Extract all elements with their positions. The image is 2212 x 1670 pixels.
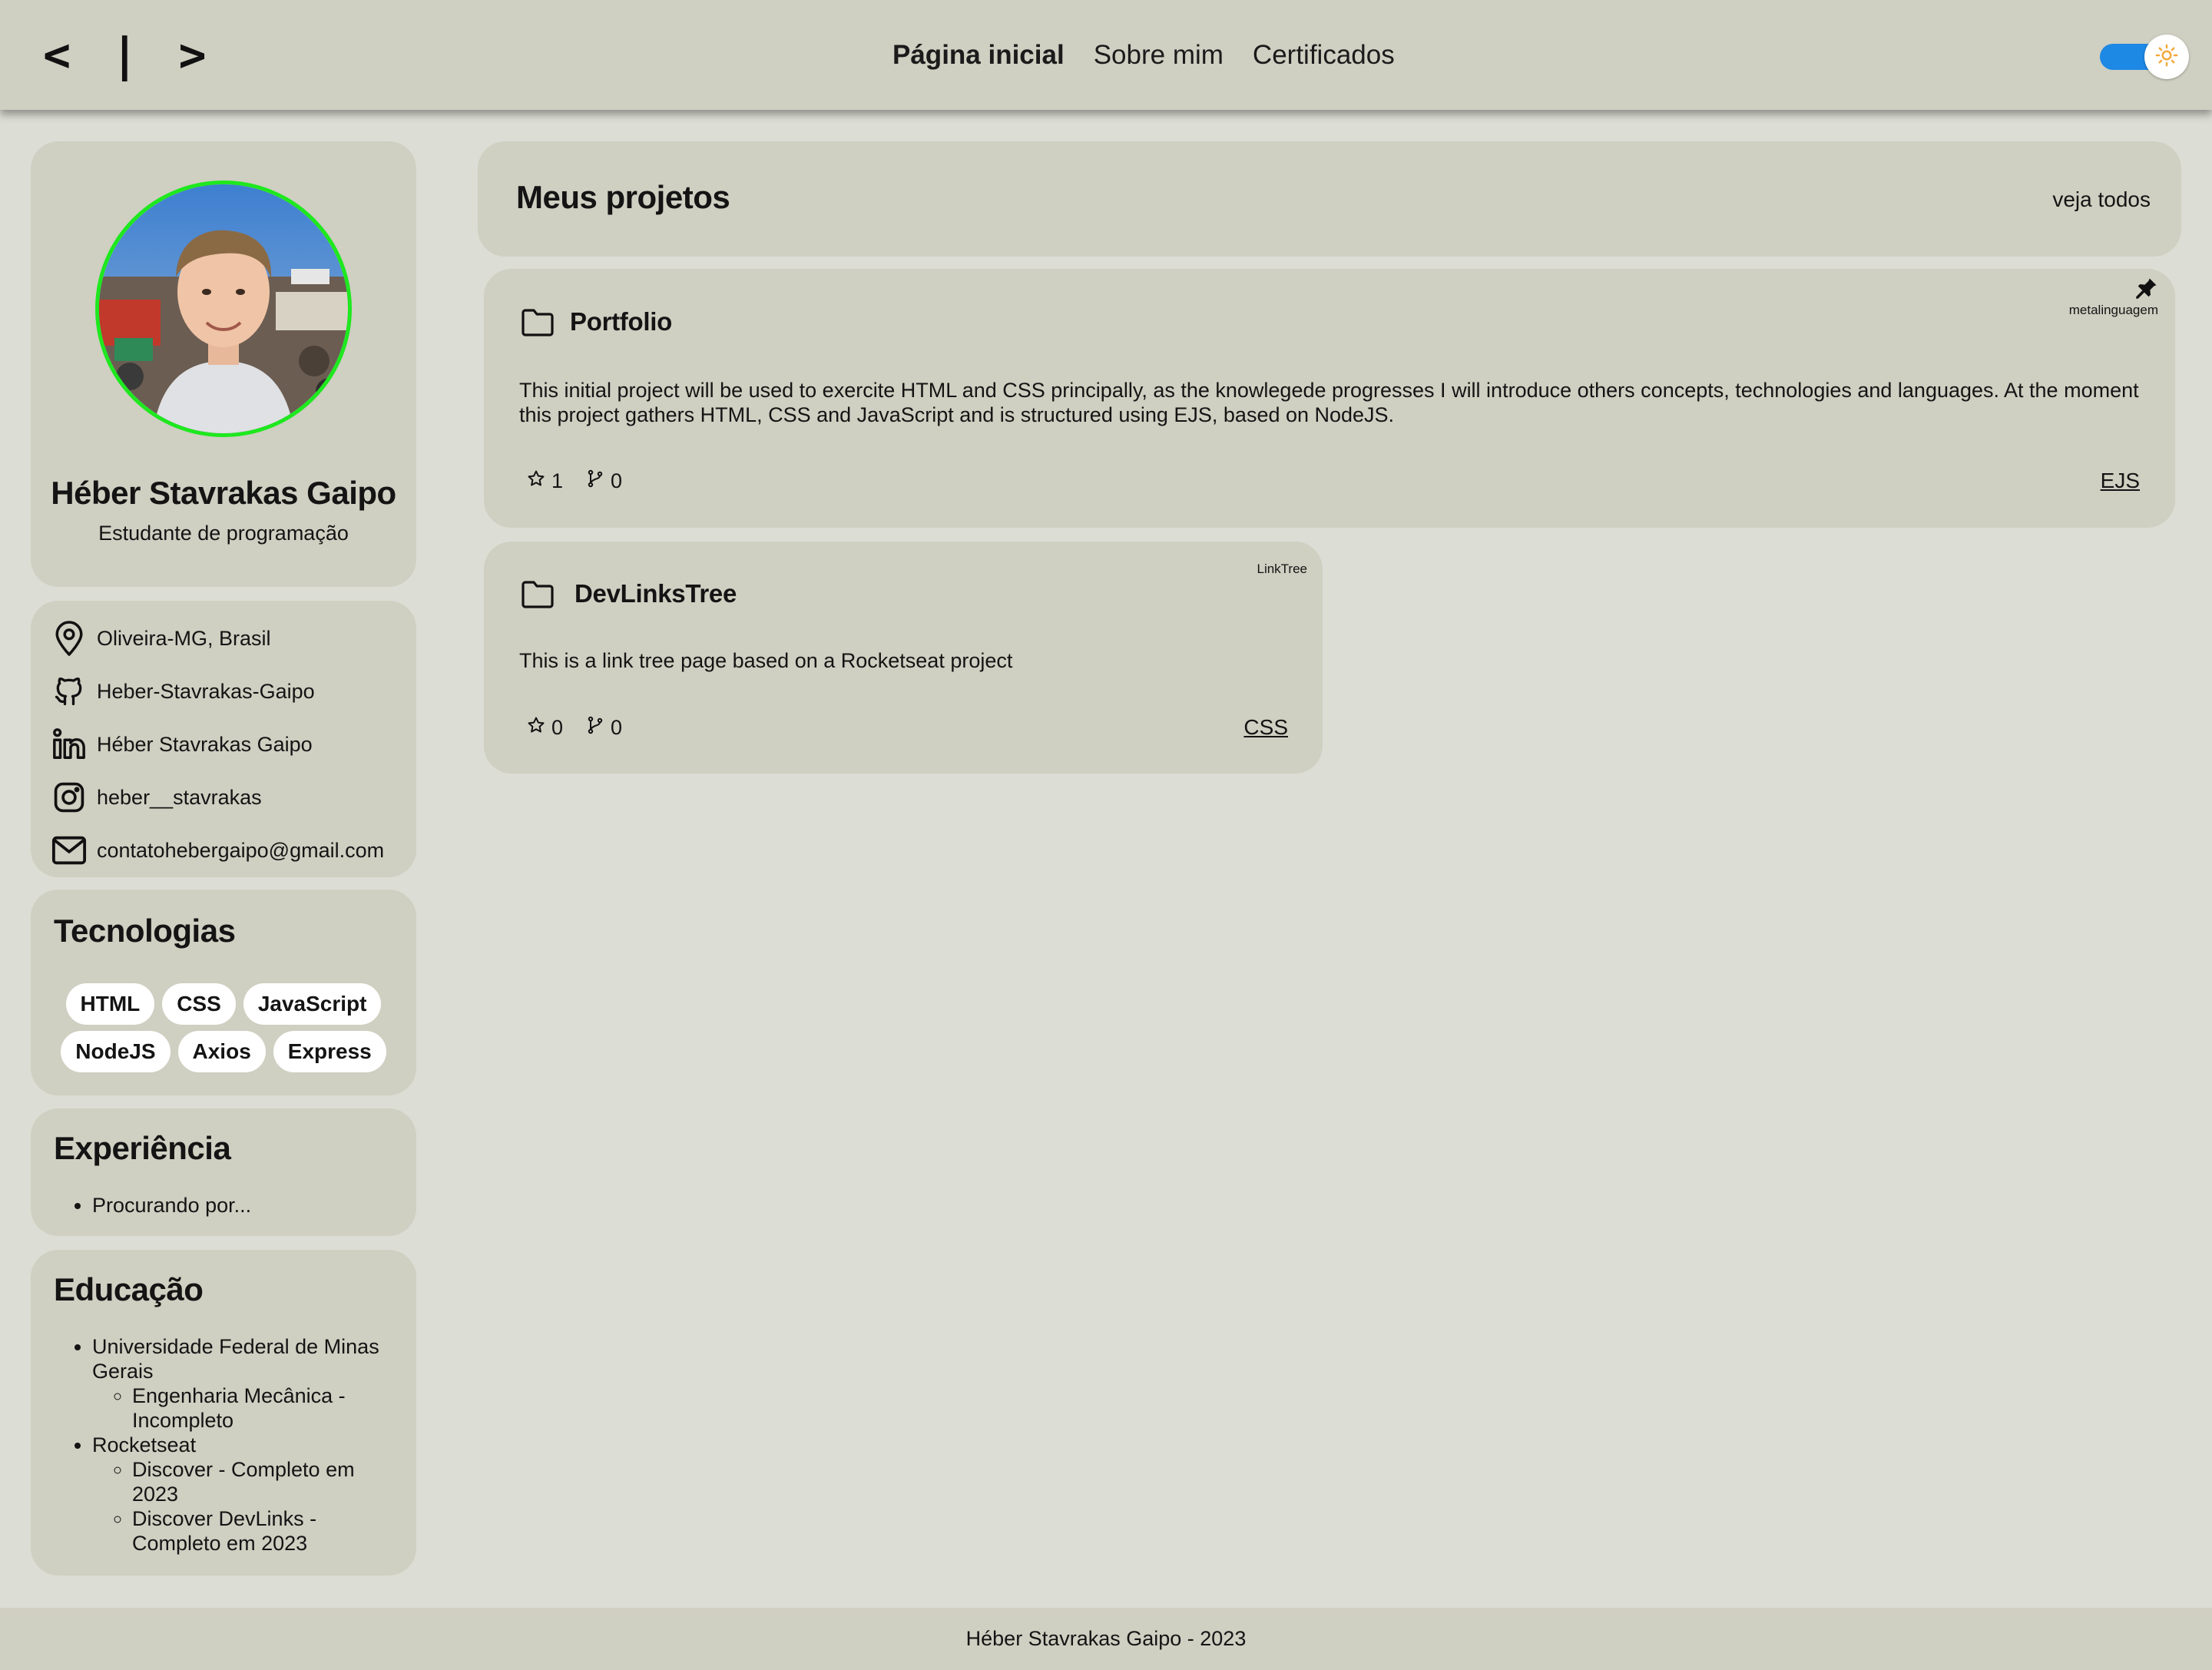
- projects-title: Meus projetos: [516, 179, 730, 215]
- contact-linkedin[interactable]: Héber Stavrakas Gaipo: [31, 717, 416, 770]
- footer: Héber Stavrakas Gaipo - 2023: [0, 1608, 2212, 1670]
- location-pin-icon: [51, 620, 88, 657]
- repo-card[interactable]: metalinguagem Portfolio This initial pro…: [484, 269, 2175, 528]
- instagram-icon: [51, 779, 88, 816]
- education-title: Educação: [54, 1271, 204, 1307]
- nav-home[interactable]: Página inicial: [892, 32, 1065, 78]
- theme-toggle[interactable]: [2097, 35, 2190, 79]
- linkedin-icon: [51, 726, 88, 763]
- sub-list-item: Discover DevLinks - Completo em 2023: [132, 1506, 386, 1556]
- repo-stats: 1 0: [527, 466, 645, 496]
- tech-chip: NodeJS: [61, 1031, 171, 1072]
- experience-card: Experiência Procurando por...: [31, 1108, 416, 1236]
- repo-stats: 0 0: [527, 712, 645, 743]
- fork-icon: [586, 712, 604, 743]
- profile-name: Héber Stavrakas Gaipo: [51, 475, 396, 511]
- education-list: Universidade Federal de Minas Gerais Eng…: [92, 1334, 386, 1556]
- see-all-link[interactable]: veja todos: [2052, 184, 2151, 215]
- top-header: < | > Página inicial Sobre mim Certifica…: [0, 0, 2212, 110]
- sub-list: Discover - Completo em 2023 Discover Dev…: [132, 1457, 386, 1556]
- repo-topic-tag: LinkTree: [1257, 562, 1307, 576]
- technologies-title: Tecnologias: [54, 913, 236, 949]
- logo[interactable]: < | >: [43, 23, 213, 88]
- avatar: [95, 181, 352, 437]
- contact-location-text: Oliveira-MG, Brasil: [97, 626, 271, 650]
- technologies-card: Tecnologias HTML CSS JavaScript NodeJS A…: [31, 890, 416, 1095]
- forks-count: 0: [611, 469, 623, 492]
- folder-icon: [519, 304, 556, 341]
- sub-list: Engenharia Mecânica - Incompleto: [132, 1383, 386, 1433]
- github-icon: [51, 673, 88, 710]
- experience-title: Experiência: [54, 1130, 231, 1166]
- contact-github-text[interactable]: Heber-Stavrakas-Gaipo: [97, 676, 315, 707]
- star-icon: [527, 712, 545, 743]
- experience-list: Procurando por...: [92, 1193, 386, 1218]
- tech-chip-row-1: HTML CSS JavaScript: [31, 983, 416, 1025]
- tech-chip: Express: [273, 1031, 386, 1072]
- contact-github[interactable]: Heber-Stavrakas-Gaipo: [31, 664, 416, 717]
- tech-chip: CSS: [162, 983, 236, 1025]
- repo-language-link[interactable]: EJS: [2101, 466, 2140, 496]
- contact-email-text[interactable]: contatohebergaipo@gmail.com: [97, 835, 384, 866]
- sub-list-item: Discover - Completo em 2023: [132, 1457, 386, 1506]
- list-item: Universidade Federal de Minas Gerais Eng…: [92, 1334, 386, 1433]
- list-item: Procurando por...: [92, 1193, 386, 1218]
- sun-icon: [2155, 44, 2178, 71]
- tech-chip: HTML: [65, 983, 155, 1025]
- pin-icon: [2135, 277, 2158, 303]
- contacts-card: Oliveira-MG, Brasil Heber-Stavrakas-Gaip…: [31, 601, 416, 877]
- repo-name[interactable]: DevLinksTree: [575, 576, 737, 611]
- footer-text: Héber Stavrakas Gaipo - 2023: [965, 1627, 1247, 1650]
- list-item: Rocketseat Discover - Completo em 2023 D…: [92, 1433, 386, 1556]
- star-icon: [527, 466, 545, 496]
- stars-count: 0: [551, 716, 564, 739]
- repo-topic-tag: metalinguagem: [2068, 303, 2158, 317]
- institution-name: Rocketseat: [92, 1433, 197, 1456]
- tech-chip: JavaScript: [243, 983, 382, 1025]
- main-nav: Página inicial Sobre mim Certificados: [892, 32, 1395, 78]
- forks-stat[interactable]: 0: [586, 712, 622, 743]
- forks-stat[interactable]: 0: [586, 466, 622, 496]
- repo-description: This initial project will be used to exe…: [519, 379, 2139, 426]
- institution-name: Universidade Federal de Minas Gerais: [92, 1335, 379, 1383]
- nav-about[interactable]: Sobre mim: [1094, 32, 1224, 78]
- contact-location: Oliveira-MG, Brasil: [31, 611, 416, 664]
- stars-stat[interactable]: 1: [527, 466, 563, 496]
- repo-language-link[interactable]: CSS: [1243, 712, 1288, 743]
- contact-email[interactable]: contatohebergaipo@gmail.com: [31, 823, 416, 876]
- repo-name[interactable]: Portfolio: [570, 304, 672, 340]
- contact-instagram-text[interactable]: heber__stavrakas: [97, 782, 262, 813]
- forks-count: 0: [611, 716, 623, 739]
- education-card: Educação Universidade Federal de Minas G…: [31, 1250, 416, 1576]
- nav-certificates[interactable]: Certificados: [1253, 32, 1395, 78]
- mail-icon: [51, 832, 88, 869]
- tech-chip: Axios: [177, 1031, 266, 1072]
- stars-stat[interactable]: 0: [527, 712, 563, 743]
- tech-chip-row-2: NodeJS Axios Express: [31, 1031, 416, 1072]
- projects-header: Meus projetos veja todos: [478, 141, 2181, 257]
- fork-icon: [586, 466, 604, 496]
- repo-card[interactable]: LinkTree DevLinksTree This is a link tre…: [484, 542, 1323, 774]
- contact-instagram[interactable]: heber__stavrakas: [31, 770, 416, 823]
- profile-card: Héber Stavrakas Gaipo Estudante de progr…: [31, 141, 416, 587]
- sub-list-item: Engenharia Mecânica - Incompleto: [132, 1383, 386, 1433]
- repo-description: This is a link tree page based on a Rock…: [519, 649, 1013, 672]
- profile-role: Estudante de programação: [98, 522, 349, 545]
- stars-count: 1: [551, 469, 564, 492]
- contact-linkedin-text[interactable]: Héber Stavrakas Gaipo: [97, 729, 313, 760]
- toggle-knob: [2144, 35, 2189, 79]
- folder-icon: [519, 576, 556, 613]
